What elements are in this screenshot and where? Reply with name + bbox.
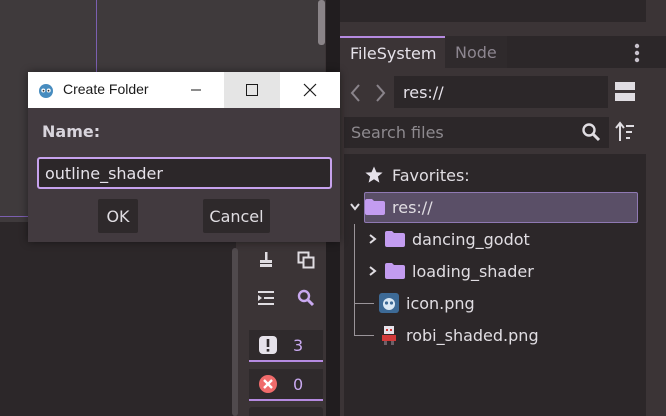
ok-button[interactable]: OK bbox=[98, 199, 138, 233]
forward-icon[interactable] bbox=[372, 82, 388, 104]
close-button[interactable] bbox=[280, 72, 340, 108]
tree-label: robi_shaded.png bbox=[406, 325, 539, 345]
dialog-title: Create Folder bbox=[63, 81, 149, 97]
folder-name-input[interactable] bbox=[37, 157, 332, 189]
filter-log-button[interactable] bbox=[292, 284, 320, 312]
warnings-filter-toggle[interactable]: 3 bbox=[249, 330, 323, 362]
tree-label: dancing_godot bbox=[412, 229, 530, 249]
tree-item-folder[interactable]: loading_shader bbox=[366, 256, 534, 286]
messages-filter-toggle[interactable] bbox=[249, 407, 323, 416]
tree-item-folder[interactable]: dancing_godot bbox=[366, 224, 530, 254]
copy-log-button[interactable] bbox=[292, 246, 320, 274]
viewport-scrollbar[interactable] bbox=[318, 0, 325, 45]
cancel-button[interactable]: Cancel bbox=[203, 199, 270, 233]
close-icon bbox=[303, 83, 317, 97]
collapse-log-button[interactable] bbox=[252, 284, 280, 312]
name-label: Name: bbox=[42, 122, 101, 141]
error-icon bbox=[259, 375, 277, 393]
indent-lines-icon bbox=[258, 291, 274, 305]
dock-gap bbox=[340, 22, 666, 36]
copy-icon bbox=[297, 251, 315, 269]
tree-label: res:// bbox=[392, 197, 433, 217]
tree-guide-line bbox=[354, 224, 355, 336]
folder-icon bbox=[385, 263, 405, 279]
output-log[interactable] bbox=[0, 240, 236, 416]
favorites-row[interactable]: Favorites: bbox=[364, 160, 470, 190]
tree-item-res-root-label: res:// bbox=[364, 192, 433, 222]
search-files-input[interactable]: Search files bbox=[344, 117, 609, 148]
search-icon bbox=[582, 123, 601, 142]
tree-item-file[interactable]: robi_shaded.png bbox=[378, 320, 539, 350]
clear-log-button[interactable] bbox=[252, 246, 280, 274]
dock-tab-bar bbox=[507, 36, 666, 68]
minimize-icon bbox=[191, 89, 201, 91]
tree-label: icon.png bbox=[406, 293, 475, 313]
tab-filesystem[interactable]: FileSystem bbox=[340, 36, 445, 68]
godot-logo-icon bbox=[39, 84, 53, 98]
maximize-icon bbox=[246, 84, 258, 96]
warning-icon bbox=[259, 336, 277, 354]
folder-icon bbox=[365, 199, 385, 215]
sort-icon[interactable] bbox=[614, 120, 636, 144]
warnings-count: 3 bbox=[293, 335, 304, 355]
chevron-right-icon[interactable] bbox=[366, 232, 378, 246]
tab-node[interactable]: Node bbox=[445, 36, 507, 68]
chevron-down-icon[interactable] bbox=[348, 200, 362, 214]
scene-dock-bottom bbox=[340, 0, 646, 22]
magnifier-icon bbox=[297, 289, 315, 307]
folder-icon bbox=[385, 231, 405, 247]
robot-sprite-icon bbox=[382, 326, 396, 345]
search-placeholder: Search files bbox=[351, 123, 444, 142]
tree-guide-branch bbox=[354, 335, 374, 336]
maximize-button[interactable] bbox=[224, 72, 280, 108]
errors-filter-toggle[interactable]: 0 bbox=[249, 369, 323, 401]
path-field[interactable]: res:// bbox=[394, 76, 608, 108]
kebab-menu-icon[interactable] bbox=[632, 42, 642, 64]
favorites-label: Favorites: bbox=[392, 165, 470, 185]
broom-icon bbox=[260, 252, 272, 267]
tree-label: loading_shader bbox=[412, 261, 534, 281]
star-icon bbox=[365, 166, 383, 183]
tree-item-file[interactable]: icon.png bbox=[378, 288, 475, 318]
godot-logo-icon bbox=[379, 293, 399, 313]
errors-count: 0 bbox=[293, 374, 304, 394]
minimize-button[interactable] bbox=[168, 72, 224, 108]
back-icon[interactable] bbox=[348, 82, 364, 104]
tree-guide-branch bbox=[354, 303, 374, 304]
chevron-right-icon[interactable] bbox=[366, 264, 378, 278]
output-scrollbar[interactable] bbox=[232, 248, 238, 416]
split-view-icon[interactable] bbox=[614, 80, 636, 104]
